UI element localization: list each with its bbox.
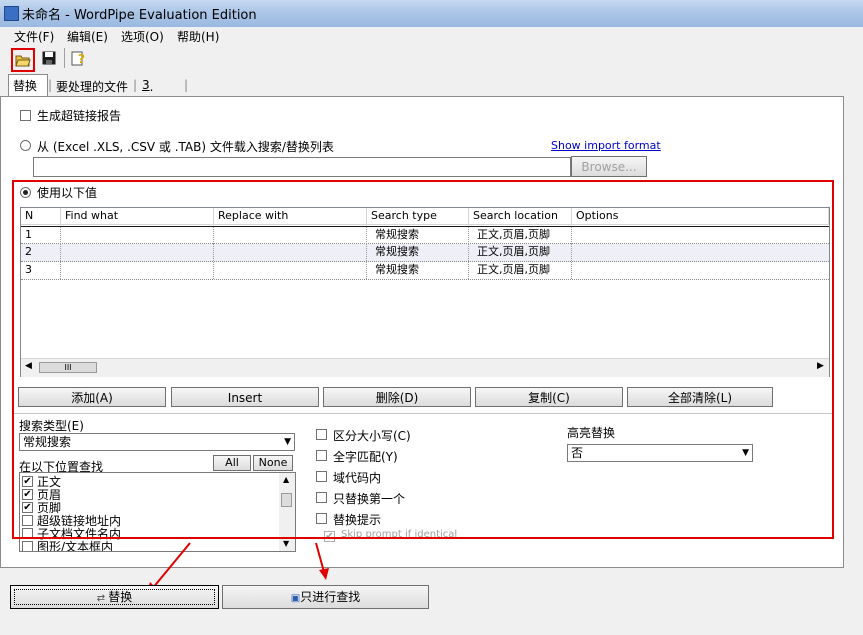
replace-button-focus: ⇄ 替换 [14, 589, 215, 605]
find-only-button-label: 只进行查找 [300, 590, 361, 604]
replace-button-label: 替换 [108, 590, 133, 604]
find-icon: ▣ [290, 593, 301, 604]
find-only-button[interactable]: ▣只进行查找 [222, 585, 429, 609]
annotation-arrows [146, 542, 329, 596]
annotation-arrow [151, 542, 191, 590]
annotation-arrow [315, 542, 325, 573]
replace-button[interactable]: ⇄ 替换 [10, 585, 219, 609]
annotation-arrowhead [319, 568, 329, 580]
replace-icon: ⇄ [96, 593, 109, 604]
